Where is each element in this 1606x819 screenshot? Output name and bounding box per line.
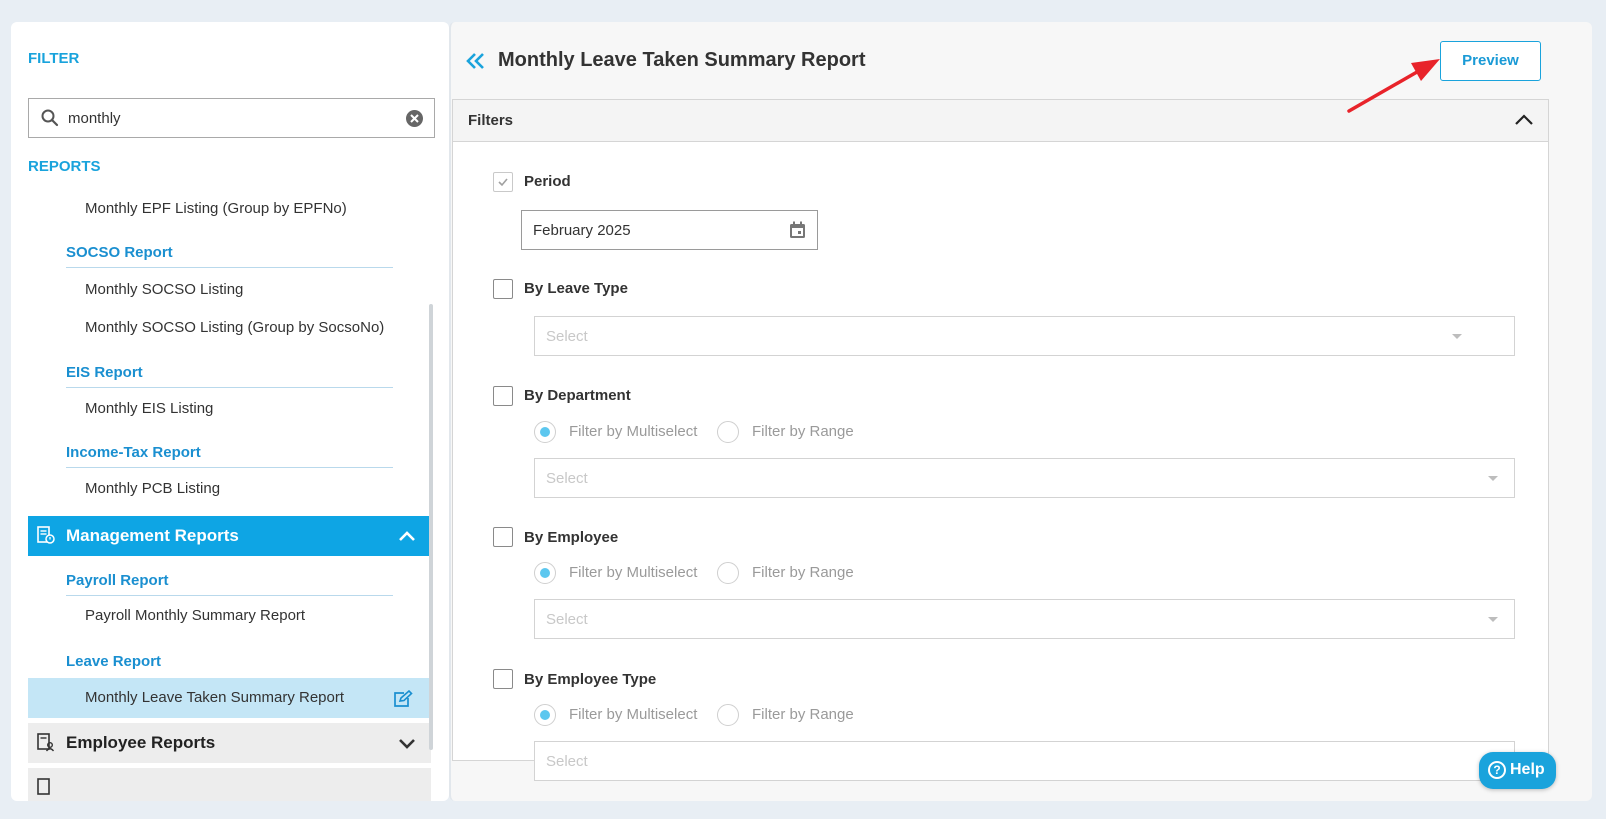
management-reports-group[interactable]: Management Reports: [28, 516, 431, 556]
employee-radio-range[interactable]: [717, 562, 739, 584]
double-chevron-left-icon[interactable]: [466, 52, 486, 75]
section-leave-report: Leave Report: [66, 653, 162, 670]
report-sidebar: FILTER monthly REPORTS Monthly EPF Listi…: [11, 22, 449, 801]
report-item-monthly-pcb[interactable]: Monthly PCB Listing: [85, 480, 220, 497]
employee-type-label: By Employee Type: [524, 671, 657, 688]
report-content-panel: Monthly Leave Taken Summary Report Previ…: [449, 22, 1592, 801]
section-payroll-report: Payroll Report: [66, 572, 393, 596]
filters-panel: Filters Period February 2025 By Leave Ty…: [452, 99, 1549, 781]
department-checkbox[interactable]: [493, 386, 513, 406]
employee-type-radio-range-label: Filter by Range: [752, 706, 854, 723]
page-title: Monthly Leave Taken Summary Report: [498, 49, 866, 71]
report-item-monthly-epf-group[interactable]: Monthly EPF Listing (Group by EPFNo): [85, 200, 347, 217]
department-radio-range-label: Filter by Range: [752, 423, 854, 440]
department-radio-range[interactable]: [717, 421, 739, 443]
department-select[interactable]: Select: [534, 458, 1515, 498]
preview-button[interactable]: Preview: [1440, 41, 1541, 81]
period-date-input[interactable]: February 2025: [521, 210, 818, 250]
chevron-up-icon: [398, 529, 416, 547]
management-reports-label: Management Reports: [66, 526, 239, 545]
employee-label: By Employee: [524, 529, 619, 546]
employee-select-placeholder: Select: [546, 611, 588, 628]
chevron-down-icon: [398, 737, 416, 755]
section-socso-report: SOCSO Report: [66, 244, 393, 268]
section-income-tax-report: Income-Tax Report: [66, 444, 393, 468]
filter-heading: FILTER: [28, 50, 80, 67]
employee-type-radio-multiselect[interactable]: [534, 704, 556, 726]
department-radio-multiselect-label: Filter by Multiselect: [569, 423, 698, 440]
help-icon: ?: [1488, 761, 1506, 779]
leave-type-label: By Leave Type: [524, 280, 628, 297]
annotation-arrow: [1347, 59, 1440, 113]
employee-radio-range-label: Filter by Range: [752, 564, 854, 581]
report-doc-icon: [37, 526, 55, 550]
employee-type-radio-multiselect-label: Filter by Multiselect: [569, 706, 698, 723]
period-value: February 2025: [533, 222, 631, 239]
employee-report-icon: [37, 733, 55, 757]
reports-heading: REPORTS: [28, 158, 101, 175]
dropdown-arrow-icon: [1488, 476, 1498, 481]
more-reports-group[interactable]: [28, 768, 431, 801]
help-label: Help: [1510, 761, 1545, 778]
department-select-placeholder: Select: [546, 470, 588, 487]
employee-reports-group[interactable]: Employee Reports: [28, 723, 431, 763]
period-checkbox[interactable]: [493, 172, 513, 192]
section-eis-report: EIS Report: [66, 364, 393, 388]
period-label: Period: [524, 173, 571, 190]
report-item-monthly-socso-group[interactable]: Monthly SOCSO Listing (Group by SocsoNo): [85, 319, 384, 336]
employee-type-select-placeholder: Select: [546, 753, 588, 770]
report-item-monthly-eis[interactable]: Monthly EIS Listing: [85, 400, 213, 417]
edit-icon[interactable]: [393, 689, 413, 713]
report-group-icon: [37, 778, 55, 801]
search-value: monthly: [68, 110, 121, 127]
employee-type-radio-range[interactable]: [717, 704, 739, 726]
dropdown-arrow-icon: [1452, 334, 1462, 339]
report-item-payroll-monthly-summary[interactable]: Payroll Monthly Summary Report: [85, 607, 305, 624]
filters-title: Filters: [468, 112, 514, 129]
report-item-monthly-leave-taken-active[interactable]: Monthly Leave Taken Summary Report: [28, 678, 431, 718]
leave-type-select[interactable]: Select: [534, 316, 1515, 356]
chevron-up-icon[interactable]: [1514, 113, 1534, 131]
employee-checkbox[interactable]: [493, 527, 513, 547]
department-label: By Department: [524, 387, 631, 404]
active-report-label: Monthly Leave Taken Summary Report: [85, 689, 345, 706]
employee-type-checkbox[interactable]: [493, 669, 513, 689]
employee-radio-multiselect[interactable]: [534, 562, 556, 584]
leave-type-checkbox[interactable]: [493, 279, 513, 299]
sidebar-scrollbar[interactable]: [429, 304, 433, 750]
employee-type-select[interactable]: Select: [534, 741, 1515, 781]
help-button[interactable]: ? Help: [1479, 752, 1556, 789]
dropdown-arrow-icon: [1488, 617, 1498, 622]
department-radio-multiselect[interactable]: [534, 421, 556, 443]
employee-reports-label: Employee Reports: [66, 733, 216, 752]
employee-select[interactable]: Select: [534, 599, 1515, 639]
clear-search-icon[interactable]: [405, 109, 424, 133]
search-icon: [41, 109, 59, 132]
report-item-monthly-socso[interactable]: Monthly SOCSO Listing: [85, 281, 243, 298]
checkmark-icon: [498, 178, 508, 187]
calendar-icon[interactable]: [789, 221, 806, 244]
leave-type-select-placeholder: Select: [546, 328, 588, 345]
report-search-input[interactable]: monthly: [28, 98, 435, 138]
employee-radio-multiselect-label: Filter by Multiselect: [569, 564, 698, 581]
